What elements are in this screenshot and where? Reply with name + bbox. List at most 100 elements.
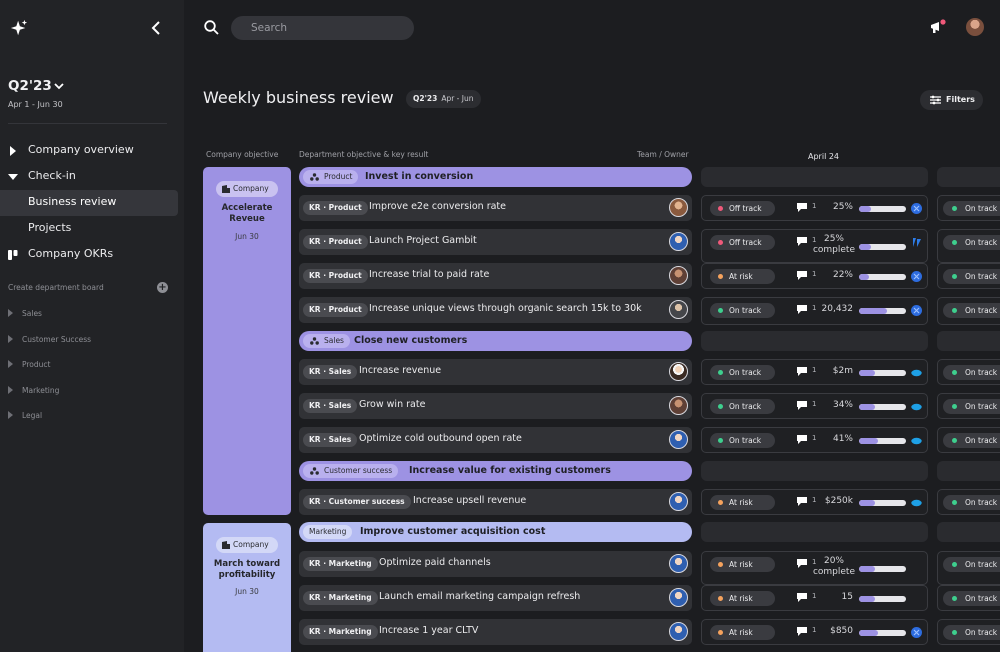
table-row[interactable]: KR · Product Launch Project Gambit [299, 229, 692, 255]
sidebar-item-company-okrs[interactable]: Company OKRs [0, 242, 184, 268]
status-badge[interactable]: At risk [710, 269, 775, 284]
owner-avatar[interactable] [669, 430, 688, 449]
owner-avatar[interactable] [669, 232, 688, 251]
status-badge[interactable]: Off track [710, 235, 775, 250]
status-badge[interactable]: Off track [710, 201, 775, 216]
status-badge[interactable]: On track [943, 625, 1000, 640]
status-cell[interactable]: At risk 1 22% [701, 263, 928, 289]
status-badge[interactable]: On track [710, 433, 775, 448]
status-cell[interactable]: At risk 1 $250k [701, 489, 928, 515]
status-badge[interactable]: On track [710, 399, 775, 414]
sidebar-dept-legal[interactable]: Legal [8, 411, 42, 420]
department-objective-row[interactable]: Marketing Improve customer acquisition c… [299, 522, 692, 542]
status-badge[interactable]: On track [943, 433, 1000, 448]
chevron-down-icon[interactable] [54, 83, 64, 90]
table-row[interactable]: KR · Marketing Launch email marketing ca… [299, 585, 692, 611]
department-objective-row[interactable]: Sales Close new customers [299, 331, 692, 351]
owner-avatar[interactable] [669, 554, 688, 573]
status-cell-next-week[interactable]: On track [937, 195, 1000, 221]
table-row[interactable]: KR · Marketing Increase 1 year CLTV [299, 619, 692, 645]
comment-icon[interactable] [797, 305, 807, 314]
company-objective-card[interactable]: Company March toward profitability Jun 3… [203, 523, 291, 652]
status-cell-next-week[interactable]: On track [937, 393, 1000, 419]
sidebar-item-business-review[interactable]: Business review [0, 190, 178, 216]
status-cell[interactable]: At risk 1 15 [701, 585, 928, 611]
status-badge[interactable]: On track [943, 235, 1000, 250]
comment-icon[interactable] [797, 401, 807, 410]
table-row[interactable]: KR · Product Improve e2e conversion rate [299, 195, 692, 221]
owner-avatar[interactable] [669, 362, 688, 381]
sparkle-logo-icon[interactable] [10, 19, 28, 37]
status-cell[interactable]: On track 1 20,432 [701, 297, 928, 325]
comment-icon[interactable] [797, 627, 807, 636]
status-cell[interactable]: Off track 1 25% complete [701, 229, 928, 263]
owner-avatar[interactable] [669, 198, 688, 217]
owner-avatar[interactable] [669, 300, 688, 319]
status-badge[interactable]: At risk [710, 591, 775, 606]
status-cell-next-week[interactable]: On track [937, 263, 1000, 289]
status-cell-next-week[interactable]: On track [937, 551, 1000, 585]
table-row[interactable]: KR · Product Increase trial to paid rate [299, 263, 692, 289]
comment-icon[interactable] [797, 203, 807, 212]
search-icon[interactable] [204, 20, 219, 35]
status-cell[interactable]: On track 1 34% [701, 393, 928, 419]
status-badge[interactable]: At risk [710, 557, 775, 572]
comment-icon[interactable] [797, 237, 807, 246]
chevron-left-icon[interactable] [150, 20, 162, 36]
company-objective-card[interactable]: Company Accelerate Reveue Jun 30 [203, 167, 291, 515]
search-input[interactable] [231, 16, 414, 40]
status-cell-next-week[interactable]: On track [937, 585, 1000, 611]
owner-avatar[interactable] [669, 622, 688, 641]
status-badge[interactable]: On track [943, 303, 1000, 318]
status-cell-next-week[interactable]: On track [937, 427, 1000, 453]
status-cell[interactable]: At risk 1 $850 [701, 619, 928, 645]
status-badge[interactable]: At risk [710, 495, 775, 510]
status-badge[interactable]: On track [710, 365, 775, 380]
owner-avatar[interactable] [669, 396, 688, 415]
department-objective-row[interactable]: Product Invest in conversion [299, 167, 692, 187]
status-badge[interactable]: On track [710, 303, 775, 318]
status-badge[interactable]: On track [943, 269, 1000, 284]
table-row[interactable]: KR · Product Increase unique views throu… [299, 297, 692, 323]
sidebar-item-projects[interactable]: Projects [0, 216, 184, 242]
status-cell[interactable]: At risk 1 20% complete [701, 551, 928, 585]
status-badge[interactable]: On track [943, 365, 1000, 380]
table-row[interactable]: KR · Sales Increase revenue [299, 359, 692, 385]
owner-avatar[interactable] [669, 266, 688, 285]
comment-icon[interactable] [797, 593, 807, 602]
status-cell-next-week[interactable]: On track [937, 489, 1000, 515]
table-row[interactable]: KR · Customer success Increase upsell re… [299, 489, 692, 515]
announcement-icon[interactable] [930, 19, 946, 35]
status-badge[interactable]: At risk [710, 625, 775, 640]
comment-icon[interactable] [797, 497, 807, 506]
status-cell-next-week[interactable]: On track [937, 229, 1000, 263]
status-badge[interactable]: On track [943, 399, 1000, 414]
sidebar-dept-marketing[interactable]: Marketing [8, 386, 59, 395]
status-badge[interactable]: On track [943, 201, 1000, 216]
status-cell[interactable]: On track 1 41% [701, 427, 928, 453]
table-row[interactable]: KR · Sales Optimize cold outbound open r… [299, 427, 692, 453]
sidebar-dept-sales[interactable]: Sales [8, 309, 42, 318]
filters-button[interactable]: Filters [920, 90, 983, 110]
sidebar-dept-product[interactable]: Product [8, 360, 50, 369]
table-row[interactable]: KR · Marketing Optimize paid channels [299, 551, 692, 577]
user-avatar[interactable] [966, 18, 984, 36]
comment-icon[interactable] [797, 271, 807, 280]
status-badge[interactable]: On track [943, 495, 1000, 510]
comment-icon[interactable] [797, 559, 807, 568]
owner-avatar[interactable] [669, 492, 688, 511]
plus-icon[interactable]: + [157, 282, 168, 293]
sidebar-item-check-in[interactable]: Check-in [0, 164, 184, 190]
owner-avatar[interactable] [669, 588, 688, 607]
department-objective-row[interactable]: Customer success Increase value for exis… [299, 461, 692, 481]
comment-icon[interactable] [797, 367, 807, 376]
quarter-selector[interactable]: Q2'23 [8, 78, 52, 94]
status-cell-next-week[interactable]: On track [937, 297, 1000, 325]
table-row[interactable]: KR · Sales Grow win rate [299, 393, 692, 419]
status-cell-next-week[interactable]: On track [937, 359, 1000, 385]
status-badge[interactable]: On track [943, 591, 1000, 606]
comment-icon[interactable] [797, 435, 807, 444]
status-cell-next-week[interactable]: On track [937, 619, 1000, 645]
sidebar-item-company-overview[interactable]: Company overview [0, 138, 184, 164]
sidebar-dept-customer-success[interactable]: Customer Success [8, 335, 91, 344]
